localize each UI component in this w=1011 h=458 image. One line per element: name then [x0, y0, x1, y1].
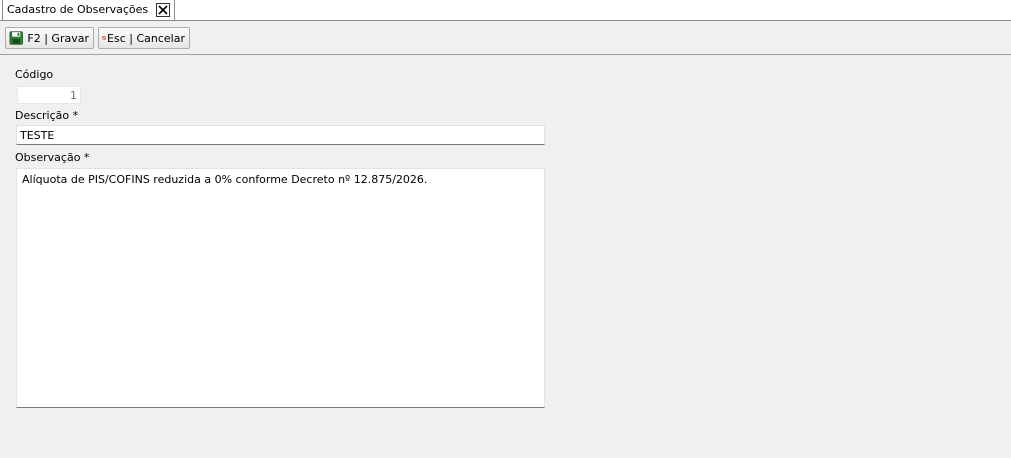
toolbar: F2 | Gravar Esc | Cancelar	[0, 21, 1011, 55]
no-entry-icon	[102, 36, 106, 40]
save-button[interactable]: F2 | Gravar	[5, 27, 94, 49]
tab-bar: Cadastro de Observações	[0, 0, 1011, 21]
cancel-button-label: Esc | Cancelar	[107, 31, 185, 45]
tab-cadastro-observacoes[interactable]: Cadastro de Observações	[2, 0, 176, 20]
descricao-field[interactable]: TESTE	[16, 125, 545, 145]
observacao-textarea[interactable]: Alíquota de PIS/COFINS reduzida a 0% con…	[16, 168, 545, 408]
codigo-field: 1	[17, 86, 81, 104]
close-icon[interactable]	[156, 3, 171, 17]
save-button-label: F2 | Gravar	[27, 31, 89, 45]
floppy-disk-icon	[9, 31, 23, 45]
descricao-label: Descrição *	[15, 109, 79, 122]
tab-label: Cadastro de Observações	[7, 3, 149, 16]
observacao-label: Observação *	[15, 151, 90, 164]
codigo-label: Código	[15, 68, 54, 81]
cancel-button[interactable]: Esc | Cancelar	[98, 27, 190, 49]
close-icon-glyph	[158, 5, 168, 15]
